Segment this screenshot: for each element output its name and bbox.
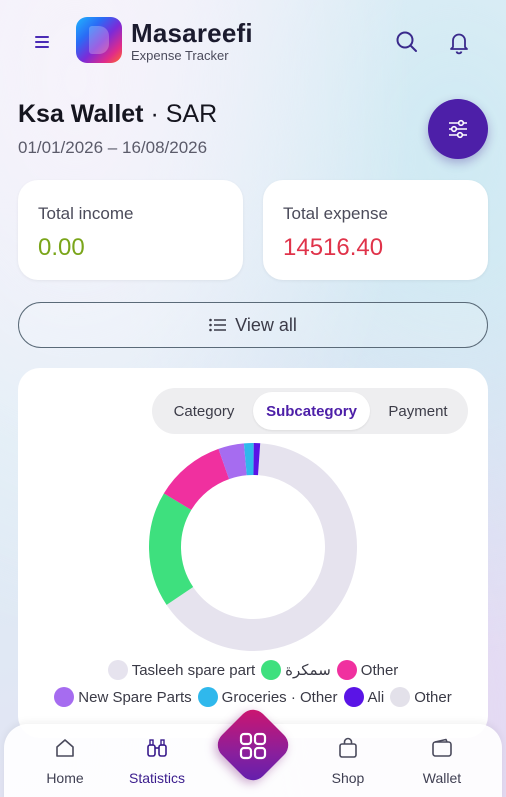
legend-item: سمكرة (261, 660, 331, 680)
total-income-card: Total income 0.00 (18, 180, 243, 280)
wallet-separator: · (143, 100, 166, 128)
view-all-button[interactable]: View all (18, 302, 488, 348)
wallet-title: Ksa Wallet · SAR (18, 100, 217, 129)
legend-item: Other (336, 660, 399, 680)
sliders-icon (449, 119, 467, 139)
total-expense-value: 14516.40 (283, 234, 384, 261)
tab-payment[interactable]: Payment (372, 392, 464, 430)
tab-category[interactable]: Category (156, 392, 252, 430)
list-icon (209, 318, 227, 332)
legend-swatch (343, 687, 364, 707)
app-header: Masareefi Expense Tracker (0, 0, 506, 84)
legend-item: Ali (343, 687, 385, 707)
chart-legend-row: Tasleeh spare part سمكرة Other (18, 660, 488, 680)
view-all-label: View all (235, 314, 297, 335)
search-icon[interactable] (393, 28, 421, 56)
legend-item: New Spare Parts (54, 687, 192, 707)
donut-chart (148, 442, 358, 652)
date-range: 01/01/2026 – 16/08/2026 (18, 138, 208, 157)
legend-swatch (107, 660, 128, 680)
shopping-bag-icon (339, 737, 357, 758)
breakdown-tabs: Category Subcategory Payment (152, 388, 468, 434)
legend-label: Tasleeh spare part (131, 661, 256, 679)
app-title: Masareefi (131, 18, 253, 48)
nav-statistics-label: Statistics (128, 770, 185, 786)
legend-item: Tasleeh spare part (107, 660, 256, 680)
total-expense-card: Total expense 14516.40 (263, 180, 488, 280)
wallet-currency: SAR (165, 100, 218, 128)
nav-statistics[interactable]: Statistics (112, 736, 202, 786)
total-expense-label: Total expense (283, 204, 388, 223)
filter-button[interactable] (428, 99, 488, 159)
legend-swatch (197, 687, 218, 707)
grid-icon (239, 732, 267, 760)
app-logo (76, 17, 122, 63)
legend-swatch (390, 687, 411, 707)
wallet-name: Ksa Wallet (18, 100, 144, 128)
wallet-icon (432, 738, 452, 757)
legend-swatch (54, 687, 75, 707)
legend-label: Ali (367, 688, 385, 706)
legend-item: Other (390, 687, 452, 707)
legend-label: Other (360, 661, 399, 679)
nav-wallet-label: Wallet (422, 770, 462, 786)
nav-home[interactable]: Home (20, 736, 110, 786)
legend-label: New Spare Parts (78, 688, 192, 706)
chart-panel: Category Subcategory Payment Tasleeh spa… (18, 368, 488, 738)
legend-item: Groceries · Other (197, 687, 338, 707)
legend-label: سمكرة (285, 662, 331, 679)
binoculars-icon (147, 739, 167, 757)
legend-label: Other (414, 688, 452, 706)
nav-wallet[interactable]: Wallet (397, 736, 487, 786)
app-subtitle: Expense Tracker (131, 48, 229, 63)
bell-icon[interactable] (445, 28, 473, 56)
legend-swatch (336, 660, 357, 680)
nav-shop[interactable]: Shop (303, 736, 393, 786)
total-income-label: Total income (38, 204, 134, 223)
legend-label: Groceries · Other (221, 688, 338, 706)
nav-shop-label: Shop (331, 770, 365, 786)
home-icon (56, 739, 74, 757)
total-income-value: 0.00 (38, 234, 85, 261)
legend-swatch (261, 660, 282, 680)
chart-legend-row: New Spare Parts Groceries · Other Ali Other (18, 687, 488, 707)
tab-subcategory[interactable]: Subcategory (253, 392, 370, 430)
menu-icon[interactable] (28, 28, 56, 56)
nav-home-label: Home (46, 770, 84, 786)
